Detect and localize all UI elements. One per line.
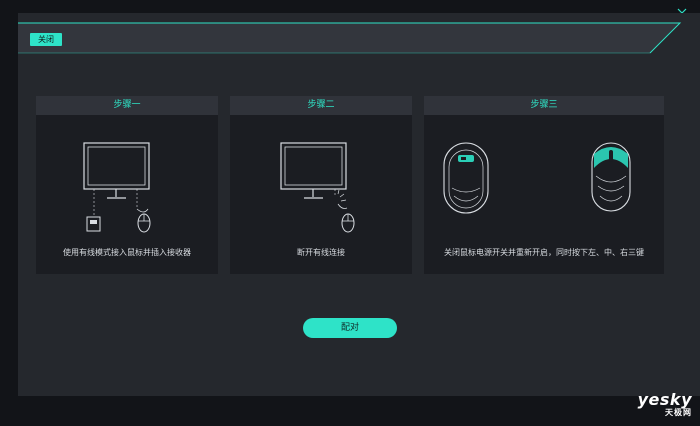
title-bar-frame bbox=[18, 22, 682, 54]
monitor-icon bbox=[83, 142, 150, 190]
watermark-en: yesky bbox=[637, 390, 692, 409]
mouse-power-and-buttons-illustration bbox=[443, 142, 631, 214]
close-tab-button[interactable]: 关闭 bbox=[30, 33, 62, 46]
step-1-card: 步骤一 使用有线模式接入鼠标并插入接收器 bbox=[36, 96, 218, 274]
disconnect-cable-illustration bbox=[280, 142, 355, 233]
step-2-description: 断开有线连接 bbox=[297, 248, 345, 257]
monitor-with-mouse-and-receiver-illustration bbox=[83, 142, 151, 233]
watermark-logo: yesky 天极网 bbox=[638, 392, 692, 418]
mouse-bottom-icon bbox=[443, 142, 489, 214]
step-3-card: 步骤三 关闭鼠标电源开关并重新开启，同时按下左、中、右三键 bbox=[424, 96, 664, 274]
title-bar: 关闭 bbox=[18, 13, 700, 54]
watermark-cn: 天极网 bbox=[665, 408, 692, 417]
pair-button[interactable]: 配对 bbox=[303, 318, 397, 338]
step-1-description: 使用有线模式接入鼠标并插入接收器 bbox=[63, 248, 191, 257]
pairing-window: 关闭 步骤一 使用有线模式接入鼠标并插入接收器 步骤二 断开有线连接 步骤三 关… bbox=[18, 13, 700, 396]
step-3-description: 关闭鼠标电源开关并重新开启，同时按下左、中、右三键 bbox=[444, 248, 644, 257]
mouse-top-icon bbox=[591, 142, 631, 212]
monitor-icon bbox=[280, 142, 347, 190]
step-2-card: 步骤二 断开有线连接 bbox=[230, 96, 412, 274]
